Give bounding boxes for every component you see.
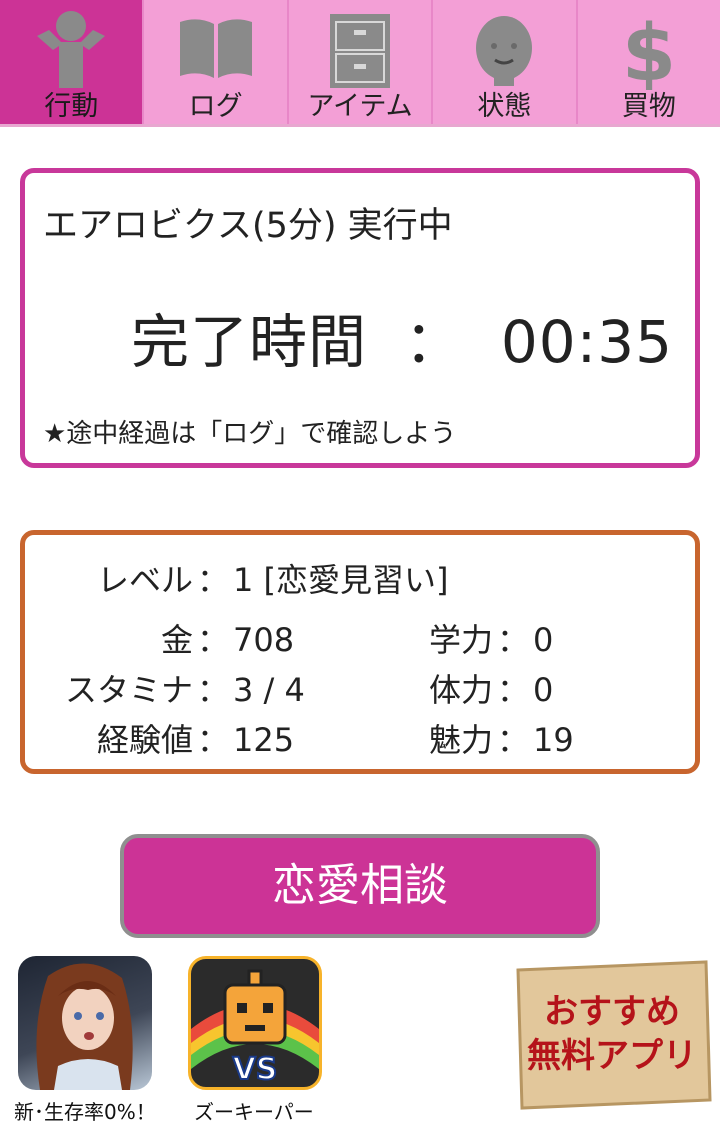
stat-value: 3 / 4 [233,671,305,709]
robot-vs-icon: VS [191,969,319,1087]
person-icon [37,11,106,88]
stat-charm: 魅力： 19 [413,715,574,761]
completion-time-label: 完了時間 [130,308,367,376]
stat-sep: ： [496,671,529,709]
tab-action[interactable]: 行動 [0,0,145,126]
tab-log[interactable]: ログ [144,0,289,126]
stat-key: 金 [160,621,193,659]
app-label: ズーキーパー [194,1100,314,1124]
stat-money: 金： 708 [43,615,294,661]
stat-key: レベル [96,561,193,599]
stat-stamina: スタミナ： 3 / 4 [43,665,305,711]
recommended-free-apps-badge[interactable]: おすすめ 無料アプリ [512,960,712,1110]
stat-key: 学力 [428,621,493,659]
stat-sep: ： [496,621,529,659]
stat-value: 708 [233,621,295,659]
stat-value: 125 [233,721,295,759]
action-panel: エアロビクス(5分) 実行中 完了時間 ： 00:35 ★途中経過は「ログ」で確… [20,168,700,468]
stat-key: スタミナ [64,671,193,709]
stat-sep: ： [196,621,229,659]
tab-status[interactable]: 状態 [433,0,578,126]
recommend-line1: おすすめ [544,992,680,1032]
stat-key: 体力 [428,671,493,709]
stat-sep: ： [496,721,529,759]
girl-portrait-icon [36,963,133,1090]
completion-time-separator: ： [404,308,464,376]
action-note: ★途中経過は「ログ」で確認しよう [43,419,457,449]
face-icon [476,16,533,86]
stat-exp: 経験値： 125 [43,715,294,761]
tab-shop[interactable]: $ 買物 [578,0,720,126]
action-status: エアロビクス(5分) 実行中 [43,206,453,246]
tab-bar-divider [0,124,720,127]
completion-time-value: 00:35 [500,308,673,376]
drawer-icon [330,14,391,88]
love-consult-button[interactable]: 恋愛相談 [120,834,600,938]
tab-bar: 行動 ログ アイテム 状態 $ 買物 [0,0,720,126]
svg-text:VS: VS [233,1052,278,1087]
stat-sep: ： [196,671,229,709]
stat-value: 0 [533,621,554,659]
stat-key: 経験値 [96,721,193,759]
app-icon-zookeeper[interactable]: VS [188,956,322,1090]
stat-level: レベル： 1 [恋愛見習い] [43,555,449,601]
stat-key: 魅力 [428,721,493,759]
stat-sep: ： [196,561,229,599]
dollar-icon: $ [622,9,676,90]
book-icon [179,19,252,78]
tab-label: アイテム [307,91,413,122]
completion-time: 完了時間 ： 00:35 [131,295,673,379]
tab-item[interactable]: アイテム [289,0,434,126]
svg-text:$: $ [622,9,676,90]
stat-study: 学力： 0 [413,615,553,661]
stat-value: 1 [恋愛見習い] [233,561,449,599]
tab-label: ログ [188,91,243,122]
stat-value: 0 [533,671,554,709]
tab-label: 行動 [44,91,99,122]
stat-physical: 体力： 0 [413,665,553,711]
stat-sep: ： [196,721,229,759]
tab-label: 状態 [477,91,532,122]
stats-panel: レベル： 1 [恋愛見習い] 金： 708 スタミナ： 3 / 4 経験値： 125 学… [20,530,700,774]
app-label: 新･生存率0%！ [14,1100,156,1124]
recommend-line2: 無料アプリ [527,1036,697,1076]
app-icon-survival[interactable] [18,956,152,1090]
stat-value: 19 [533,721,574,759]
tab-label: 買物 [621,91,676,122]
